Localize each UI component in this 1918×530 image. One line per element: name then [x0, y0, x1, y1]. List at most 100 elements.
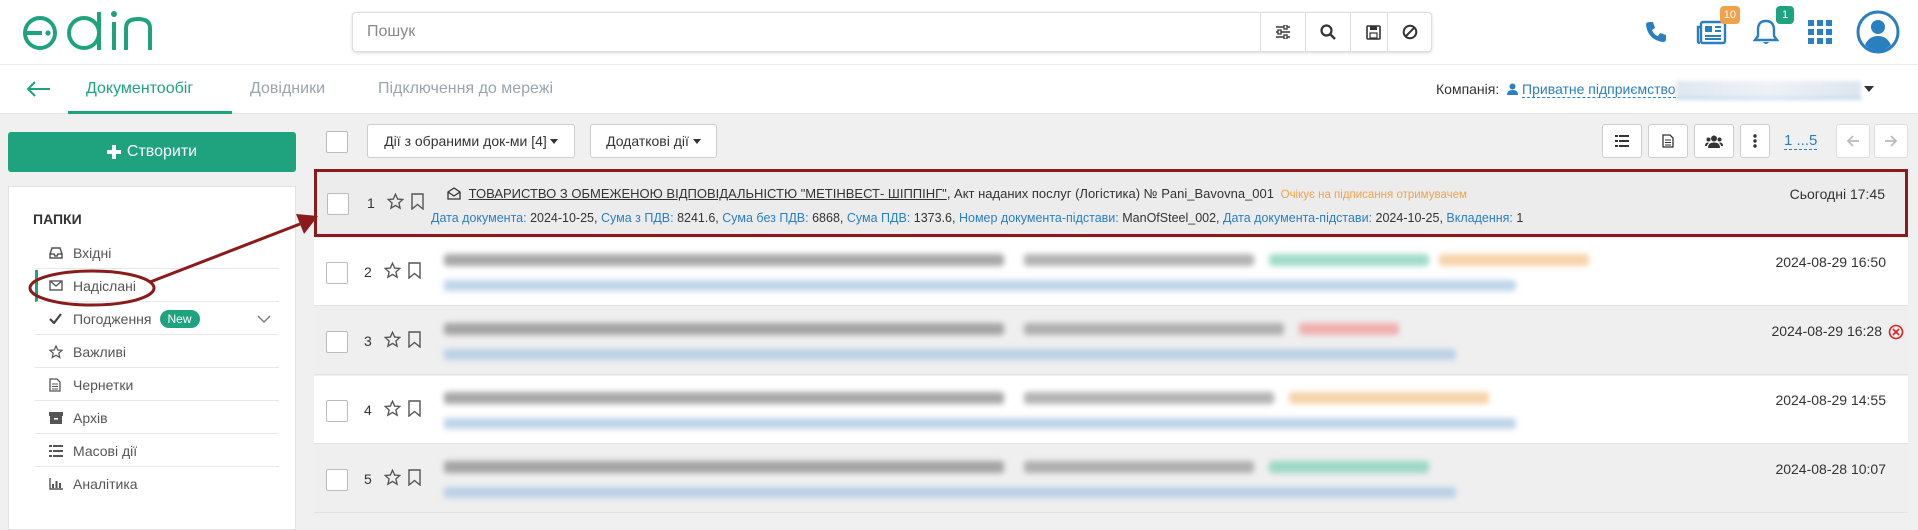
bell-icon	[1753, 19, 1779, 44]
company-name[interactable]: Приватне підприємство	[1522, 81, 1676, 98]
document-row[interactable]: 5 2024-08-28 10:07	[314, 445, 1908, 513]
top-header: 10 1	[0, 0, 1918, 64]
company-name-redacted	[1675, 81, 1861, 100]
bookmark-icon[interactable]	[408, 262, 421, 279]
counterparty-name[interactable]: ТОВАРИСТВО З ОБМЕЖЕНОЮ ВІДПОВІДАЛЬНІСТЮ …	[469, 186, 947, 201]
document-title-line: ТОВАРИСТВО З ОБМЕЖЕНОЮ ВІДПОВІДАЛЬНІСТЮ …	[447, 186, 1467, 201]
folders-title: ПАПКИ	[33, 211, 82, 227]
grid-apps-icon	[1808, 20, 1832, 44]
folder-label: Чернетки	[73, 376, 134, 393]
bookmark-icon[interactable]	[408, 331, 421, 348]
redacted-document-details	[444, 461, 1456, 498]
folder-analytics[interactable]: Аналітика	[35, 468, 279, 500]
document-row[interactable]: 1 ТОВАРИСТВО З ОБМЕЖЕНОЮ ВІДПОВІДАЛЬНІСТ…	[314, 169, 1908, 237]
group-view-button[interactable]	[1694, 124, 1734, 158]
document-timestamp: 2024-08-29 16:28	[1771, 323, 1882, 339]
star-icon	[49, 344, 63, 359]
detail-value: 1	[1516, 211, 1524, 225]
redacted-document-details	[444, 323, 1456, 360]
extra-actions-dropdown[interactable]: Додаткові дії	[590, 124, 717, 158]
row-checkbox[interactable]	[326, 262, 348, 284]
row-number: 4	[364, 402, 372, 418]
detail-value: 8241.6,	[677, 211, 719, 225]
star-icon[interactable]	[384, 400, 401, 417]
tab-network-connection[interactable]: Підключення до мережі	[378, 80, 553, 98]
row-number: 3	[364, 333, 372, 349]
folder-label: Масові дії	[73, 442, 138, 459]
star-icon[interactable]	[384, 469, 401, 486]
phone-button[interactable]	[1634, 10, 1678, 54]
edin-logo[interactable]	[18, 8, 163, 58]
folder-label: Архів	[73, 409, 108, 426]
select-all-checkbox[interactable]	[326, 131, 348, 153]
notifications-button[interactable]: 1	[1744, 6, 1794, 54]
users-group-icon	[1705, 135, 1723, 148]
arrow-right-icon	[1885, 135, 1898, 147]
detail-value: 6868,	[812, 211, 844, 225]
bookmark-icon[interactable]	[408, 400, 421, 417]
detail-value: 2024-10-25,	[1375, 211, 1443, 225]
chevron-down-icon[interactable]	[257, 315, 271, 323]
documents-count-badge: 10	[1719, 6, 1740, 24]
vertical-dots-icon	[1753, 134, 1757, 148]
more-options-button[interactable]	[1740, 124, 1770, 158]
create-document-button[interactable]: Створити	[8, 132, 296, 172]
clear-search-button[interactable]	[1387, 13, 1432, 51]
row-checkbox[interactable]	[326, 469, 348, 491]
document-row[interactable]: 2 2024-08-29 16:50	[314, 238, 1908, 306]
document-row[interactable]: 3 2024-08-29 16:28	[314, 307, 1908, 375]
user-profile-button[interactable]	[1854, 8, 1902, 56]
star-icon[interactable]	[384, 331, 401, 348]
star-icon[interactable]	[384, 262, 401, 279]
file-icon	[1662, 134, 1674, 148]
detail-value: ManOfSteel_002,	[1122, 211, 1220, 225]
prev-page-button[interactable]	[1836, 124, 1870, 158]
list-icon	[1615, 135, 1629, 147]
company-selector[interactable]: Компанія: Приватне підприємство	[1436, 81, 1875, 100]
folder-bulk-actions[interactable]: Масові дії	[35, 435, 279, 467]
folder-approvals[interactable]: Погодження New	[35, 303, 279, 335]
pagination-range[interactable]: 1 ...5	[1784, 132, 1818, 150]
row-checkbox[interactable]	[327, 193, 349, 215]
tab-document-flow[interactable]: Документообіг	[86, 80, 193, 98]
apps-menu-button[interactable]	[1798, 10, 1842, 54]
search-input[interactable]	[353, 13, 1233, 51]
document-view-button[interactable]	[1648, 124, 1688, 158]
folder-incoming[interactable]: Вхідні	[35, 237, 279, 269]
user-icon	[1507, 83, 1519, 95]
row-checkbox[interactable]	[326, 331, 348, 353]
arrow-left-icon	[1846, 135, 1859, 147]
document-details-line: Дата документа: 2024-10-25, Сума з ПДВ: …	[431, 211, 1523, 225]
chart-icon	[49, 478, 63, 490]
document-timestamp: 2024-08-29 14:55	[1775, 392, 1886, 408]
active-tab-underline	[68, 111, 232, 114]
list-view-button[interactable]	[1602, 124, 1642, 158]
bulk-actions-dropdown[interactable]: Дії з обраними док-ми [4]	[367, 124, 575, 158]
documents-news-button[interactable]: 10	[1690, 6, 1740, 54]
bookmark-icon[interactable]	[408, 469, 421, 486]
back-arrow-icon[interactable]	[24, 79, 54, 99]
search-button[interactable]	[1305, 13, 1350, 51]
folder-sent[interactable]: Надіслані	[35, 270, 279, 302]
search-icon	[1320, 24, 1336, 40]
tab-directories[interactable]: Довідники	[250, 80, 325, 98]
document-name[interactable]: , Акт наданих послуг (Логістика) № Pani_…	[947, 186, 1274, 201]
detail-label: Дата документа:	[431, 211, 527, 225]
redacted-document-details	[444, 392, 1516, 429]
next-page-button[interactable]	[1874, 124, 1908, 158]
caret-down-icon	[1864, 86, 1875, 92]
create-label: Створити	[126, 143, 198, 160]
folder-drafts[interactable]: Чернетки	[35, 369, 279, 401]
document-row[interactable]: 4 2024-08-29 14:55	[314, 376, 1908, 444]
folder-important[interactable]: Важливі	[35, 336, 279, 368]
caret-down-icon	[549, 138, 558, 144]
bookmark-icon[interactable]	[411, 193, 424, 210]
filter-settings-button[interactable]	[1260, 13, 1305, 51]
archive-icon	[49, 411, 63, 424]
row-checkbox[interactable]	[326, 400, 348, 422]
folder-archive[interactable]: Архів	[35, 402, 279, 434]
redacted-document-details	[444, 254, 1589, 291]
star-icon[interactable]	[387, 193, 404, 210]
check-icon	[49, 313, 62, 324]
new-badge: New	[159, 309, 200, 328]
